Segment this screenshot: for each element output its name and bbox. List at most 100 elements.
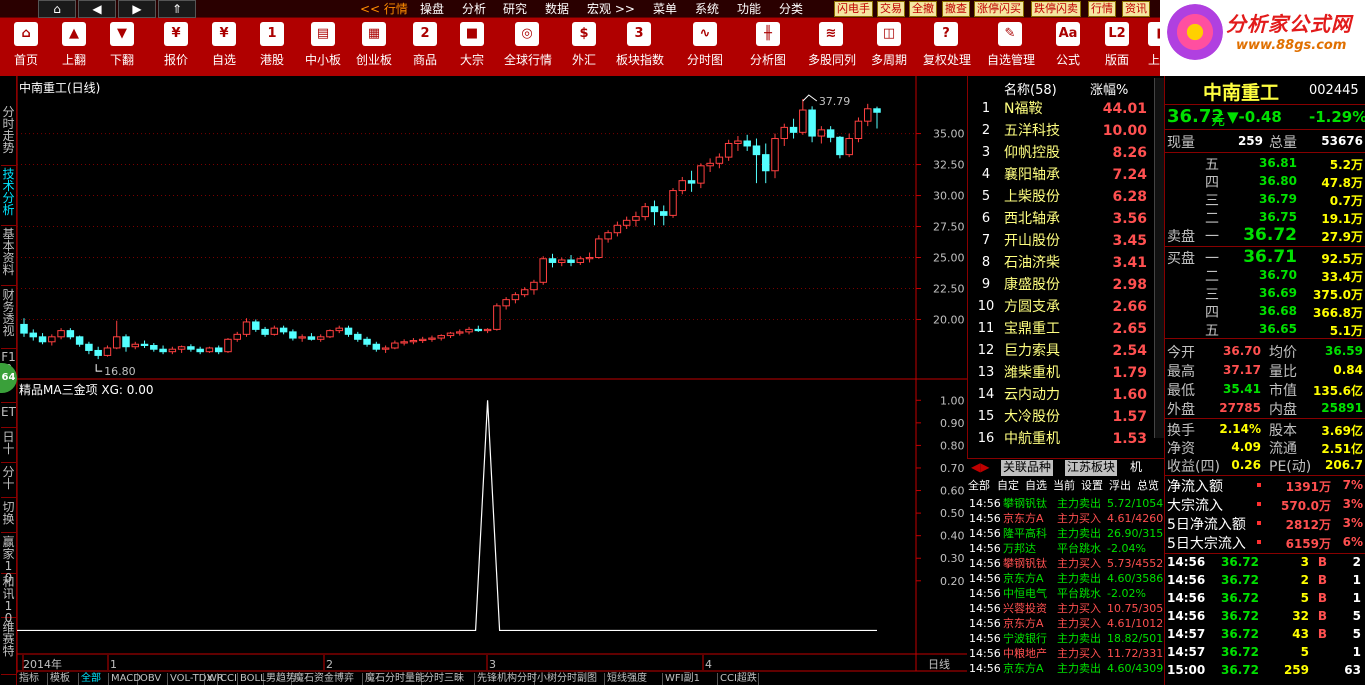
radar-tab-2[interactable]: 自选 xyxy=(1025,477,1047,493)
side-tab-9[interactable]: 赢家10 xyxy=(1,536,16,584)
toolbar-calendar-button[interactable]: 3 板块指数 xyxy=(616,20,664,68)
toolbar-calendar-button[interactable]: 2 商品 xyxy=(402,20,448,68)
radar-row[interactable]: 14:56 京东方A 主力卖出 4.60/3586 xyxy=(969,571,1164,586)
sell-price[interactable]: 36.81 xyxy=(1225,156,1297,170)
indicator-tab-5[interactable]: VOL-TDX xyxy=(168,673,213,685)
side-tab-6[interactable]: 日十 xyxy=(1,431,16,463)
menu-item-1[interactable]: 操盘 xyxy=(420,1,444,17)
side-tab-3[interactable]: 财务透视 xyxy=(1,289,16,349)
indicator-tab-0[interactable]: 指标 xyxy=(17,673,48,685)
rank-row[interactable]: 12 巨力索具 2.54 xyxy=(968,340,1165,362)
side-tab-0[interactable]: 分时走势 xyxy=(1,106,16,166)
indicator-tab-12[interactable]: 分时三昧 xyxy=(422,673,475,685)
rank-row[interactable]: 14 云内动力 1.60 xyxy=(968,384,1165,406)
sell-price[interactable]: 36.75 xyxy=(1225,210,1297,224)
indicator-tab-17[interactable]: CCI超跌 xyxy=(718,673,759,685)
scroll-left-icon[interactable]: ◀▶ xyxy=(969,460,991,476)
toolbar-arrow-up-button[interactable]: ▲ 上翻 xyxy=(51,20,97,68)
toolbar-candle-chart-button[interactable]: ╫ 分析图 xyxy=(745,20,791,68)
quick-tab-7[interactable]: 资讯 xyxy=(1122,1,1150,17)
menu-item-7[interactable]: 系统 xyxy=(695,1,719,17)
side-tab-1[interactable]: 技术分析 xyxy=(1,168,16,226)
toolbar-arrow-down-button[interactable]: ▼ 下翻 xyxy=(99,20,145,68)
rank-tab-0[interactable]: 关联品种 xyxy=(1001,460,1054,476)
collapse-icon[interactable]: ⇑ xyxy=(158,0,196,18)
toolbar-money-button[interactable]: $ 外汇 xyxy=(561,20,607,68)
side-tab-5[interactable]: ET xyxy=(1,406,16,428)
indicator-tab-10[interactable]: 魔石资金博弈 xyxy=(292,673,363,685)
rank-row[interactable]: 6 西北轴承 3.56 xyxy=(968,208,1165,230)
toolbar-chart-button[interactable]: ▦ 创业板 xyxy=(351,20,397,68)
radar-row[interactable]: 14:56 中恒电气 平台跳水 -2.02% xyxy=(969,586,1164,601)
rank-row[interactable]: 7 开山股份 3.45 xyxy=(968,230,1165,252)
radar-row[interactable]: 14:56 万邦达 平台跳水 -2.04% xyxy=(969,541,1164,556)
toolbar-yen-button[interactable]: ¥ 报价 xyxy=(153,20,199,68)
forward-icon[interactable]: ▶ xyxy=(118,0,156,18)
quick-tab-3[interactable]: 撤查 xyxy=(942,1,970,17)
side-tab-10[interactable]: 和讯10 xyxy=(1,576,16,624)
menu-item-4[interactable]: 数据 xyxy=(545,1,569,17)
rank-row[interactable]: 9 康盛股份 2.98 xyxy=(968,274,1165,296)
rank-row[interactable]: 3 仰帆控股 8.26 xyxy=(968,142,1165,164)
menu-item-5[interactable]: 宏观 >> xyxy=(587,1,635,17)
radar-row[interactable]: 14:56 京东方A 主力买入 4.61/4260 xyxy=(969,511,1164,526)
indicator-tab-9[interactable]: 男趋势 xyxy=(264,673,296,685)
menu-item-3[interactable]: 研究 xyxy=(503,1,527,17)
toolbar-manage-button[interactable]: ✎ 自选管理 xyxy=(987,20,1035,68)
radar-tab-5[interactable]: 浮出 xyxy=(1109,477,1131,493)
rank-row[interactable]: 10 方圆支承 2.66 xyxy=(968,296,1165,318)
toolbar-yen-button[interactable]: ¥ 自选 xyxy=(201,20,247,68)
rank-row[interactable]: 16 中航重机 1.53 xyxy=(968,428,1165,450)
toolbar-line-chart-button[interactable]: ∿ 分时图 xyxy=(682,20,728,68)
menu-item-2[interactable]: 分析 xyxy=(462,1,486,17)
radar-row[interactable]: 14:56 兴蓉投资 主力买入 10.75/305 xyxy=(969,601,1164,616)
toolbar-home-button[interactable]: ⌂ 首页 xyxy=(3,20,49,68)
indicator-tab-15[interactable]: 短线强度 xyxy=(605,673,663,685)
radar-row[interactable]: 14:56 攀钢钒钛 主力卖出 5.72/1054 xyxy=(969,496,1164,511)
menu-item-9[interactable]: 分类 xyxy=(779,1,803,17)
radar-tab-6[interactable]: 总览 xyxy=(1137,477,1159,493)
indicator-tab-6[interactable]: WR xyxy=(205,673,224,685)
rank-row[interactable]: 15 大冷股份 1.57 xyxy=(968,406,1165,428)
quick-tab-5[interactable]: 跌停闪卖 xyxy=(1031,1,1081,17)
buy-price[interactable]: 36.65 xyxy=(1225,322,1297,336)
toolbar-multi-chart-button[interactable]: ≋ 多股同列 xyxy=(808,20,856,68)
indicator-tab-1[interactable]: 模板 xyxy=(48,673,79,685)
back-icon[interactable]: ◀ xyxy=(78,0,116,18)
toolbar-calendar-button[interactable]: 1 港股 xyxy=(249,20,295,68)
quick-tab-0[interactable]: 闪电手 xyxy=(834,1,873,17)
side-tab-7[interactable]: 分十 xyxy=(1,466,16,498)
toolbar-box-button[interactable]: ■ 大宗 xyxy=(449,20,495,68)
buy-price[interactable]: 36.71 xyxy=(1225,247,1297,267)
quick-tab-2[interactable]: 全撤 xyxy=(909,1,937,17)
sell-price[interactable]: 36.79 xyxy=(1225,192,1297,206)
radar-tab-1[interactable]: 自定 xyxy=(997,477,1019,493)
rank-row[interactable]: 4 襄阳轴承 7.24 xyxy=(968,164,1165,186)
radar-row[interactable]: 14:56 京东方A 主力卖出 4.60/4309 xyxy=(969,661,1164,676)
home-icon[interactable]: ⌂ xyxy=(38,0,76,18)
toolbar-formula-button[interactable]: Aa 公式 xyxy=(1045,20,1091,68)
quick-tab-4[interactable]: 涨停闪买 xyxy=(974,1,1024,17)
side-tab-8[interactable]: 切换 xyxy=(1,501,16,533)
toolbar-layout-button[interactable]: L2 版面 xyxy=(1094,20,1140,68)
indicator-tab-2[interactable]: 全部 xyxy=(79,673,109,685)
radar-row[interactable]: 14:56 隆平高科 主力卖出 26.90/315 xyxy=(969,526,1164,541)
period-label[interactable]: 日线 xyxy=(928,657,950,671)
radar-tab-4[interactable]: 设置 xyxy=(1081,477,1103,493)
menu-item-6[interactable]: 菜单 xyxy=(653,1,677,17)
buy-price[interactable]: 36.68 xyxy=(1225,304,1297,318)
indicator-tab-7[interactable]: CCI xyxy=(218,673,238,685)
menu-item-0[interactable]: << 行情 xyxy=(360,1,408,17)
quick-tab-1[interactable]: 交易 xyxy=(877,1,905,17)
rank-row[interactable]: 5 上柴股份 6.28 xyxy=(968,186,1165,208)
indicator-tab-11[interactable]: 魔石分时量能 xyxy=(363,673,425,685)
toolbar-period-button[interactable]: ◫ 多周期 xyxy=(866,20,912,68)
toolbar-globe-button[interactable]: ◎ 全球行情 xyxy=(504,20,552,68)
sell-price[interactable]: 36.72 xyxy=(1225,225,1297,245)
rank-row[interactable]: 11 宝鼎重工 2.65 xyxy=(968,318,1165,340)
side-tab-2[interactable]: 基本资料 xyxy=(1,228,16,286)
sell-price[interactable]: 36.80 xyxy=(1225,174,1297,188)
rank-row[interactable]: 2 五洋科技 10.00 xyxy=(968,120,1165,142)
buy-price[interactable]: 36.70 xyxy=(1225,268,1297,282)
indicator-tab-4[interactable]: OBV xyxy=(138,673,168,685)
